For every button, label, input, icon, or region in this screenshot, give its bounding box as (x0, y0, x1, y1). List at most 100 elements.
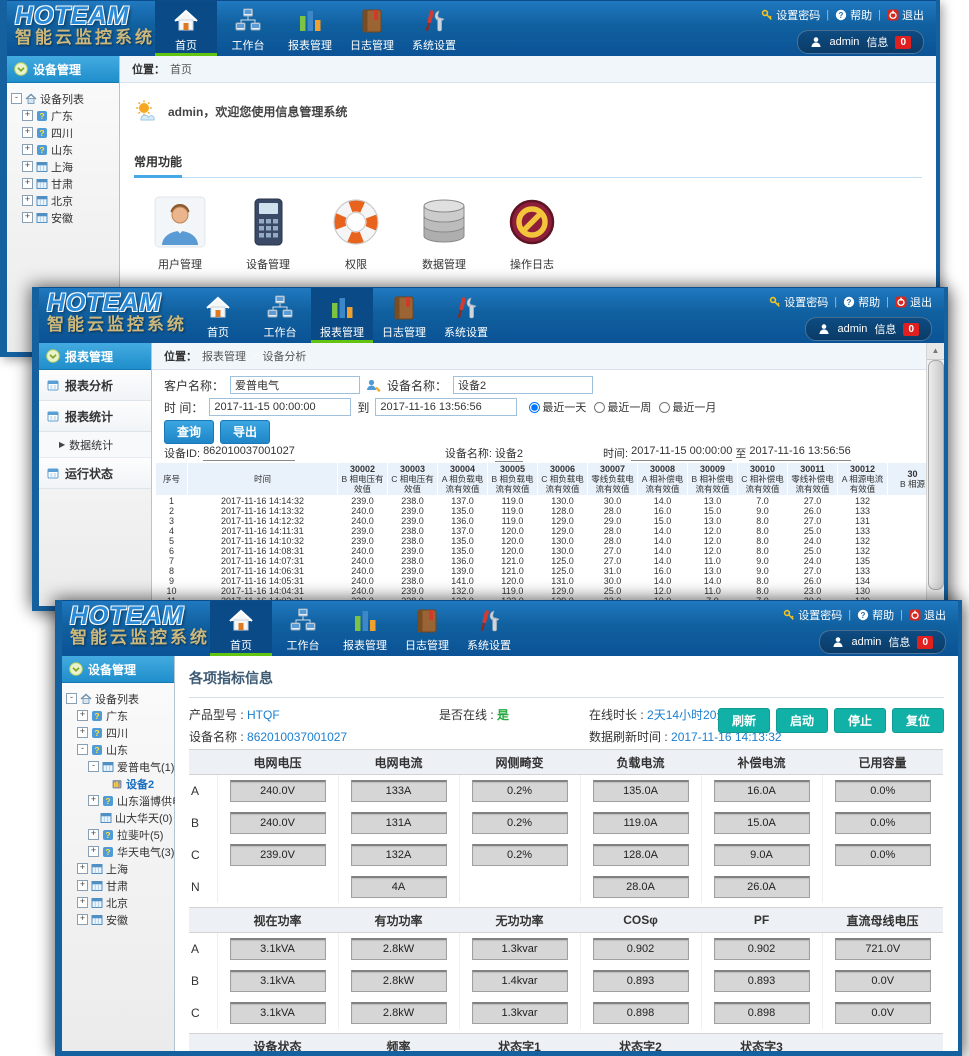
expand-icon[interactable]: + (88, 846, 99, 857)
menu-item[interactable]: ▶数据统计 (39, 432, 151, 458)
menu-item[interactable]: 报表分析 (39, 370, 151, 401)
nav-tab-workbench[interactable]: 工作台 (272, 601, 334, 656)
table-row[interactable]: 42017-11-16 14:11:31239.0238.0137.0120.0… (156, 526, 927, 536)
query-button[interactable]: 查询 (164, 420, 214, 444)
tree-node[interactable]: -设备列表 (9, 90, 117, 107)
tree-node[interactable]: -设备列表 (64, 690, 172, 707)
tree-node[interactable]: +?山东淄博供电(1) (64, 792, 172, 809)
nav-tab-home[interactable]: 首页 (210, 601, 272, 656)
nav-tab-workbench[interactable]: 工作台 (249, 288, 311, 343)
time-range-option[interactable]: 最近一天 (529, 399, 586, 415)
table-row[interactable]: 102017-11-16 14:04:31240.0239.0132.0119.… (156, 586, 927, 596)
table-row[interactable]: 22017-11-16 14:13:32240.0239.0135.0119.0… (156, 506, 927, 516)
expand-icon[interactable]: + (77, 914, 88, 925)
link-help[interactable]: ?帮助 (843, 294, 880, 310)
breadcrumb-item[interactable]: 报表管理 (202, 348, 246, 364)
nav-tab-logs[interactable]: 日志管理 (396, 601, 458, 656)
time-to-input[interactable] (375, 398, 517, 416)
nav-tab-logs[interactable]: 日志管理 (341, 1, 403, 56)
link-help[interactable]: ?帮助 (835, 7, 872, 23)
time-range-option[interactable]: 最近一周 (594, 399, 651, 415)
user-pill[interactable]: admin信息0 (797, 30, 924, 54)
expand-icon[interactable]: + (88, 829, 99, 840)
tree-node[interactable]: +?四川 (9, 124, 117, 141)
shortcut-item[interactable]: 权限 (320, 194, 392, 272)
user-info-label[interactable]: 信息 (888, 634, 910, 650)
time-range-option[interactable]: 最近一月 (659, 399, 716, 415)
link-logout[interactable]: 退出 (887, 7, 924, 23)
table-row[interactable]: 62017-11-16 14:08:31240.0239.0135.0120.0… (156, 546, 927, 556)
expand-icon[interactable]: + (22, 212, 33, 223)
nav-tab-settings[interactable]: 系统设置 (435, 288, 497, 343)
expand-icon[interactable]: + (22, 161, 33, 172)
shortcut-item[interactable]: 数据管理 (408, 194, 480, 272)
export-button[interactable]: 导出 (220, 420, 270, 444)
expand-icon[interactable]: + (22, 144, 33, 155)
reset-button[interactable]: 复位 (892, 708, 944, 733)
tree-node[interactable]: +北京 (9, 192, 117, 209)
table-row[interactable]: 32017-11-16 14:12:32240.0239.0136.0119.0… (156, 516, 927, 526)
nav-tab-settings[interactable]: 系统设置 (403, 1, 465, 56)
tree-node[interactable]: +安徽 (9, 209, 117, 226)
link-help[interactable]: ?帮助 (857, 607, 894, 623)
expand-icon[interactable]: + (77, 863, 88, 874)
expand-icon[interactable]: + (77, 710, 88, 721)
scrollbar-thumb[interactable] (928, 360, 944, 590)
nav-tab-settings[interactable]: 系统设置 (458, 601, 520, 656)
nav-tab-home[interactable]: 首页 (187, 288, 249, 343)
expand-icon[interactable]: + (22, 127, 33, 138)
user-info-label[interactable]: 信息 (866, 34, 888, 50)
sidebar-header[interactable]: 设备管理 (7, 56, 119, 83)
sidebar-header[interactable]: 设备管理 (62, 656, 174, 683)
tree-node[interactable]: +?广东 (64, 707, 172, 724)
user-info-label[interactable]: 信息 (874, 321, 896, 337)
link-set-password[interactable]: 设置密码 (769, 294, 828, 310)
tree-node[interactable]: +?广东 (9, 107, 117, 124)
sidebar-header[interactable]: 报表管理 (39, 343, 151, 370)
refresh-button[interactable]: 刷新 (718, 708, 770, 733)
table-row[interactable]: 52017-11-16 14:10:32239.0238.0135.0120.0… (156, 536, 927, 546)
nav-tab-reports[interactable]: 报表管理 (311, 288, 373, 343)
tree-node[interactable]: 设备2 (64, 775, 172, 792)
message-badge[interactable]: 0 (903, 323, 919, 336)
menu-item[interactable]: 运行状态 (39, 458, 151, 489)
collapse-icon[interactable]: - (11, 93, 22, 104)
nav-tab-logs[interactable]: 日志管理 (373, 288, 435, 343)
nav-tab-reports[interactable]: 报表管理 (334, 601, 396, 656)
message-badge[interactable]: 0 (895, 36, 911, 49)
breadcrumb-item[interactable]: 首页 (170, 61, 192, 77)
link-set-password[interactable]: 设置密码 (761, 7, 820, 23)
time-range-radio[interactable] (659, 402, 670, 413)
tree-node[interactable]: +甘肃 (64, 877, 172, 894)
tree-node[interactable]: +?山东 (9, 141, 117, 158)
stop-button[interactable]: 停止 (834, 708, 886, 733)
vertical-scrollbar[interactable]: ▲ (926, 343, 944, 606)
time-range-radio[interactable] (529, 402, 540, 413)
tree-node[interactable]: +北京 (64, 894, 172, 911)
collapse-icon[interactable]: - (77, 744, 88, 755)
time-range-radio[interactable] (594, 402, 605, 413)
expand-icon[interactable]: + (88, 795, 99, 806)
collapse-icon[interactable]: - (66, 693, 77, 704)
expand-icon[interactable]: + (22, 178, 33, 189)
message-badge[interactable]: 0 (917, 636, 933, 649)
tree-node[interactable]: -爱普电气(1) (64, 758, 172, 775)
collapse-icon[interactable]: - (88, 761, 99, 772)
expand-icon[interactable]: + (77, 727, 88, 738)
user-pill[interactable]: admin信息0 (805, 317, 932, 341)
table-row[interactable]: 92017-11-16 14:05:31240.0238.0141.0120.0… (156, 576, 927, 586)
device-name-input[interactable] (453, 376, 593, 394)
shortcut-item[interactable]: 用户管理 (144, 194, 216, 272)
table-row[interactable]: 72017-11-16 14:07:31240.0238.0136.0121.0… (156, 556, 927, 566)
expand-icon[interactable]: + (77, 880, 88, 891)
shortcut-item[interactable]: 设备管理 (232, 194, 304, 272)
nav-tab-reports[interactable]: 报表管理 (279, 1, 341, 56)
nav-tab-home[interactable]: 首页 (155, 1, 217, 56)
table-row[interactable]: 12017-11-16 14:14:32239.0238.0137.0119.0… (156, 496, 927, 507)
tree-node[interactable]: +?四川 (64, 724, 172, 741)
link-logout[interactable]: 退出 (909, 607, 946, 623)
link-set-password[interactable]: 设置密码 (783, 607, 842, 623)
customer-picker-icon[interactable] (366, 378, 381, 393)
tree-node[interactable]: 山大华天(0) (64, 809, 172, 826)
customer-name-input[interactable] (230, 376, 360, 394)
